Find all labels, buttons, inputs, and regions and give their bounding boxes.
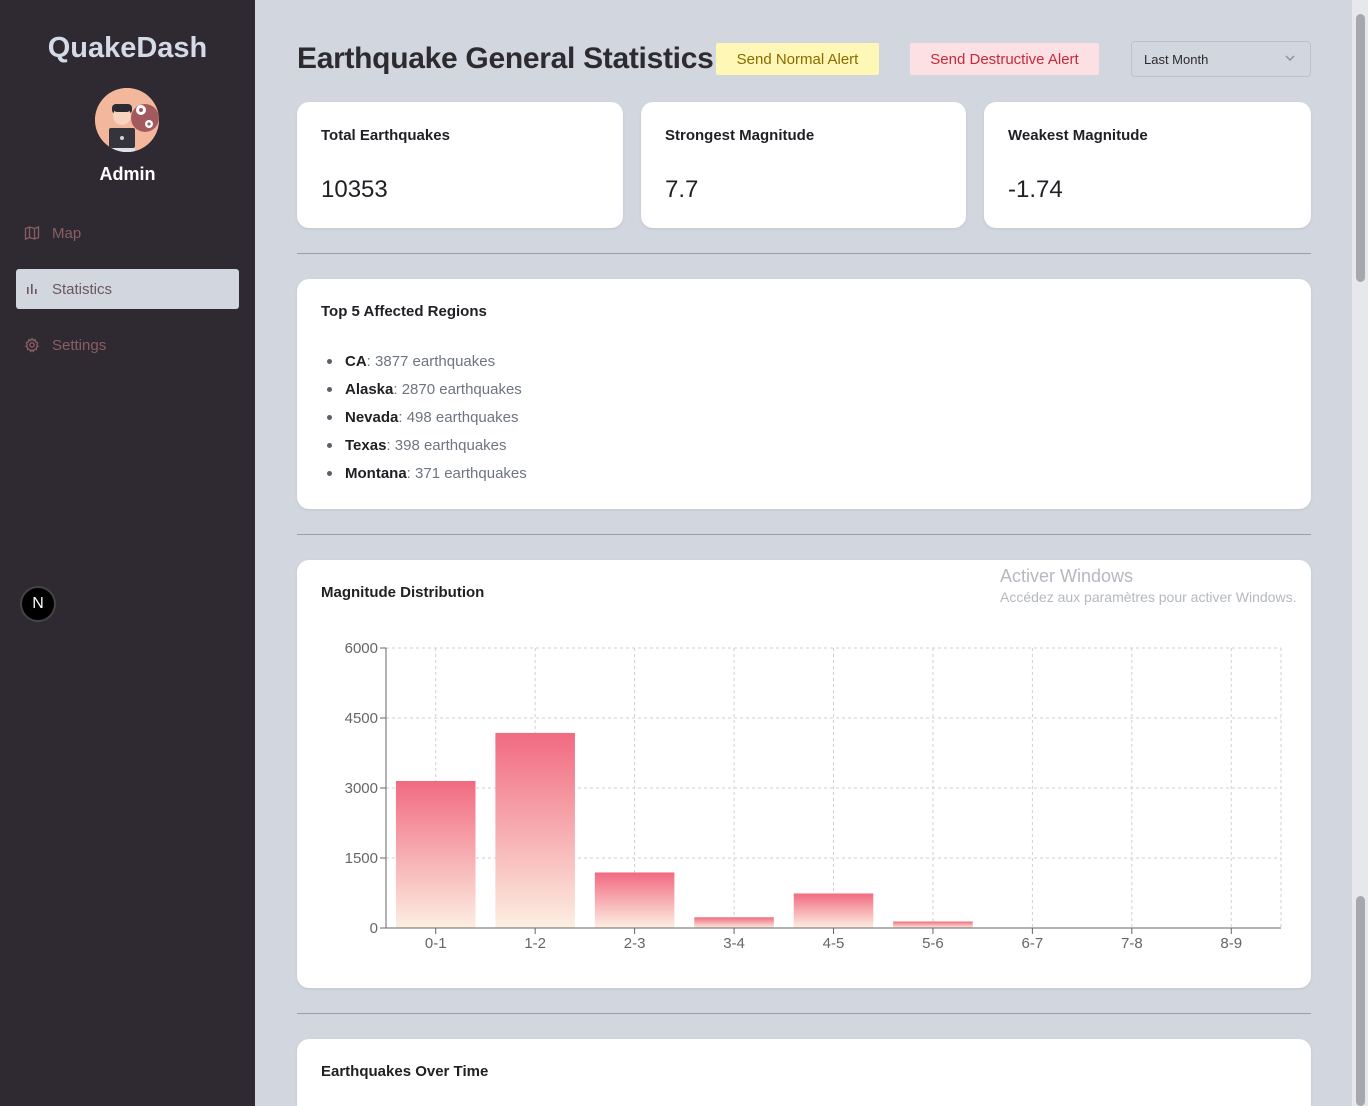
x-tick-label: 0-1: [425, 935, 447, 952]
windows-activation-watermark: Activer Windows Accédez aux paramètres p…: [1000, 566, 1296, 605]
map-icon: [24, 225, 40, 241]
sidebar-item-map[interactable]: Map: [16, 213, 239, 253]
bar: [495, 732, 575, 928]
regions-list: CA: 3877 earthquakes Alaska: 2870 earthq…: [327, 351, 527, 491]
x-tick-label: 7-8: [1121, 935, 1143, 952]
section-title: Top 5 Affected Regions: [321, 303, 487, 320]
y-tick-label: 3000: [345, 780, 378, 797]
scroll-thumb[interactable]: [1356, 14, 1365, 282]
region-count: : 371 earthquakes: [406, 465, 527, 482]
send-normal-alert-button[interactable]: Send Normal Alert: [716, 43, 879, 75]
y-tick-label: 6000: [345, 640, 378, 657]
bar: [893, 921, 973, 928]
region-name: CA: [345, 353, 367, 370]
section-divider: [297, 253, 1311, 254]
section-divider: [297, 534, 1311, 535]
region-name: Alaska: [345, 381, 394, 398]
stat-value: 7.7: [665, 176, 699, 203]
sidebar-item-label: Map: [52, 224, 82, 242]
x-tick-label: 1-2: [524, 935, 546, 952]
user-role: Admin: [99, 164, 156, 184]
brand-logo[interactable]: QuakeDash: [0, 32, 255, 65]
top-regions-card: Top 5 Affected Regions CA: 3877 earthqua…: [297, 279, 1311, 509]
region-count: : 2870 earthquakes: [393, 381, 522, 398]
bar: [594, 872, 675, 928]
bar: [395, 781, 476, 928]
send-destructive-alert-button[interactable]: Send Destructive Alert: [910, 43, 1099, 75]
magnitude-distribution-card: Magnitude Distribution 0 1500 3000 4500 6000…: [297, 560, 1311, 988]
x-tick-label: 2-3: [624, 935, 646, 952]
region-count: : 398 earthquakes: [386, 437, 507, 454]
scroll-thumb[interactable]: [1356, 896, 1365, 1106]
stat-value: 10353: [321, 176, 388, 203]
stat-value: -1.74: [1008, 176, 1063, 203]
list-item: CA: 3877 earthquakes: [327, 351, 527, 379]
list-item: Alaska: 2870 earthquakes: [327, 379, 527, 407]
scrollbar[interactable]: [1352, 0, 1368, 1106]
sidebar-item-label: Statistics: [52, 280, 113, 298]
region-name: Nevada: [345, 409, 399, 426]
region-count: : 3877 earthquakes: [366, 353, 496, 370]
x-tick-label: 4-5: [823, 935, 845, 952]
section-title: Earthquakes Over Time: [321, 1063, 489, 1080]
y-tick-label: 0: [370, 920, 378, 937]
stat-card-strongest: Strongest Magnitude 7.7: [641, 102, 966, 228]
sidebar-item-label: Settings: [52, 336, 107, 354]
stat-label: Weakest Magnitude: [1008, 127, 1148, 144]
region-name: Montana: [345, 465, 407, 482]
stat-label: Strongest Magnitude: [665, 127, 815, 144]
sidebar-item-settings[interactable]: Settings: [16, 325, 239, 365]
region-name: Texas: [345, 437, 387, 454]
chevron-down-icon: [1284, 52, 1296, 67]
region-count: : 498 earthquakes: [398, 409, 519, 426]
page-title: Earthquake General Statistics: [297, 42, 714, 75]
gear-icon: [24, 337, 40, 353]
watermark-line1: Activer Windows: [1000, 566, 1134, 586]
bar: [793, 893, 874, 928]
y-tick-label: 1500: [345, 850, 378, 867]
period-select-value: Last Month: [1144, 51, 1209, 67]
bar: [694, 917, 774, 928]
stat-card-total: Total Earthquakes 10353: [297, 102, 623, 228]
section-divider: [297, 1013, 1311, 1014]
next-dev-badge[interactable]: N: [20, 586, 56, 622]
watermark-line2: Accédez aux paramètres pour activer Wind…: [1000, 589, 1297, 605]
earthquakes-over-time-card: Earthquakes Over Time: [297, 1039, 1311, 1106]
sidebar: QuakeDash Admin Map Statistics Settings …: [0, 0, 255, 1106]
list-item: Nevada: 498 earthquakes: [327, 407, 527, 435]
list-item: Texas: 398 earthquakes: [327, 435, 527, 463]
x-tick-label: 6-7: [1022, 935, 1044, 952]
sidebar-item-statistics[interactable]: Statistics: [16, 269, 239, 309]
magnitude-distribution-chart: 0 1500 3000 4500 6000 0-1 1-2 2-3 3-4 4-5 5-6 6-7 7-…: [345, 640, 1282, 952]
period-select[interactable]: Last Month: [1131, 41, 1311, 77]
stat-label: Total Earthquakes: [321, 127, 450, 144]
stat-card-weakest: Weakest Magnitude -1.74: [984, 102, 1311, 228]
x-tick-label: 3-4: [723, 935, 745, 952]
list-item: Montana: 371 earthquakes: [327, 463, 527, 491]
x-tick-label: 5-6: [922, 935, 944, 952]
avatar[interactable]: [95, 88, 159, 152]
x-tick-label: 8-9: [1220, 935, 1242, 952]
bar-chart-icon: [24, 281, 40, 297]
y-tick-label: 4500: [345, 710, 378, 727]
